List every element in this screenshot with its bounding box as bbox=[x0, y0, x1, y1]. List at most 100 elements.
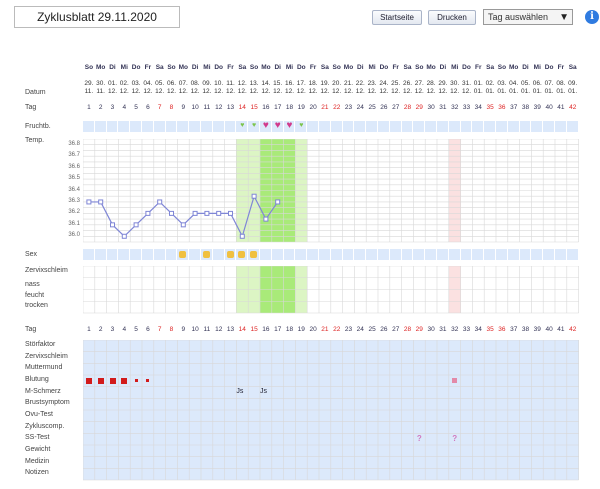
weekday-label: Mi bbox=[203, 64, 211, 71]
temp-axis-label: 36.4 bbox=[68, 186, 80, 193]
day-number: 41 bbox=[557, 104, 565, 111]
date-label: 22. bbox=[355, 80, 365, 87]
day-number-bottom: 30 bbox=[427, 326, 435, 333]
sex-cell bbox=[425, 249, 436, 260]
day-number-bottom: 33 bbox=[462, 326, 471, 333]
month-label: 01. bbox=[509, 88, 519, 95]
date-label: 20. bbox=[332, 80, 342, 87]
day-number: 10 bbox=[191, 104, 199, 111]
day-number: 12 bbox=[215, 104, 223, 111]
weekday-label: Do bbox=[214, 64, 224, 71]
day-number-bottom: 37 bbox=[510, 326, 518, 333]
month-label: 12. bbox=[237, 88, 247, 95]
day-number-bottom: 42 bbox=[569, 326, 577, 333]
day-number: 42 bbox=[569, 104, 577, 111]
weekday-label: Mo bbox=[343, 64, 354, 71]
fertility-cell bbox=[366, 121, 377, 132]
month-label: 12. bbox=[332, 88, 342, 95]
day-number: 6 bbox=[146, 104, 150, 111]
weekday-label: Fr bbox=[309, 64, 317, 71]
weekday-label: Do bbox=[379, 64, 389, 71]
sex-cell bbox=[484, 249, 495, 260]
sex-cell bbox=[271, 249, 283, 260]
fertility-cell bbox=[224, 121, 236, 132]
symptom-label: Zykluscomp. bbox=[25, 422, 65, 430]
weekday-label: So bbox=[332, 64, 341, 71]
label-trocken: trocken bbox=[25, 302, 48, 309]
day-number: 11 bbox=[203, 104, 211, 111]
label-temperature: Temp. bbox=[25, 137, 45, 144]
month-label: 12. bbox=[414, 88, 424, 95]
month-label: 01. bbox=[532, 88, 542, 95]
day-number-bottom: 15 bbox=[250, 326, 258, 333]
heart-icon: ♥ bbox=[252, 122, 257, 129]
date-label: 07. bbox=[178, 80, 188, 87]
sex-cell bbox=[319, 249, 330, 260]
bleeding-marker bbox=[452, 378, 458, 384]
temperature-point bbox=[263, 216, 269, 222]
day-number: 21 bbox=[321, 104, 329, 111]
month-label: 12. bbox=[343, 88, 354, 95]
fertility-cell bbox=[354, 121, 366, 132]
fertility-cell bbox=[307, 121, 318, 132]
weekday-label: Mi bbox=[120, 64, 128, 71]
date-label: 03. bbox=[497, 80, 507, 87]
sex-icon bbox=[238, 251, 246, 258]
temperature-point bbox=[228, 210, 233, 216]
day-number: 17 bbox=[274, 104, 282, 111]
day-number: 29 bbox=[415, 104, 423, 111]
pain-marker: Js bbox=[260, 387, 267, 395]
day-number-bottom: 14 bbox=[238, 326, 246, 333]
month-label: 12. bbox=[426, 88, 436, 95]
date-label: 04. bbox=[143, 80, 153, 87]
date-label: 11. bbox=[226, 80, 235, 87]
temp-axis-label: 36.7 bbox=[68, 152, 80, 159]
month-label: 12. bbox=[391, 88, 401, 95]
sex-cell bbox=[496, 249, 507, 260]
month-label: 12. bbox=[214, 88, 224, 95]
day-number: 5 bbox=[134, 104, 138, 111]
date-label: 21. bbox=[343, 80, 354, 87]
drucken-button[interactable]: Drucken bbox=[428, 10, 476, 25]
startseite-button[interactable]: Startseite bbox=[372, 10, 422, 25]
sex-cell bbox=[354, 249, 366, 260]
fertility-cell bbox=[566, 121, 578, 132]
month-label: 12. bbox=[450, 88, 460, 95]
day-number-bottom: 8 bbox=[169, 326, 174, 333]
date-label: 29. bbox=[84, 80, 94, 87]
month-label: 12. bbox=[379, 88, 389, 95]
day-number-bottom: 39 bbox=[533, 326, 541, 333]
symptom-label: Muttermund bbox=[25, 364, 63, 372]
chevron-down-icon: ▼ bbox=[559, 12, 569, 23]
month-label: 12. bbox=[273, 88, 283, 95]
date-label: 28. bbox=[426, 80, 436, 87]
day-number: 9 bbox=[181, 104, 186, 111]
day-number-bottom: 35 bbox=[486, 326, 494, 333]
day-select[interactable]: Tag auswählen ▼ bbox=[483, 9, 573, 25]
pain-marker: Js bbox=[236, 387, 244, 395]
info-icon[interactable]: i bbox=[585, 10, 599, 24]
month-label: 12. bbox=[355, 88, 365, 95]
sex-cell bbox=[543, 249, 554, 260]
day-number: 3 bbox=[110, 104, 115, 111]
temperature-point bbox=[192, 210, 198, 216]
day-select-value: Tag auswählen bbox=[488, 12, 549, 22]
day-number: 20 bbox=[309, 104, 317, 111]
date-label: 12. bbox=[237, 80, 247, 87]
day-number-bottom: 19 bbox=[297, 326, 305, 333]
sex-cell bbox=[472, 249, 484, 260]
sex-cell bbox=[295, 249, 307, 260]
fertility-cell bbox=[543, 121, 554, 132]
weekday-label: Mi bbox=[533, 64, 541, 71]
label-tag: Tag bbox=[25, 104, 37, 111]
month-label: 12. bbox=[119, 88, 129, 95]
date-label: 26. bbox=[402, 80, 413, 87]
date-label: 06. bbox=[532, 80, 542, 87]
pregnancy-test-marker: ? bbox=[452, 434, 458, 444]
day-number: 7 bbox=[157, 104, 162, 111]
day-number-bottom: 18 bbox=[285, 326, 294, 333]
day-number: 36 bbox=[498, 104, 506, 111]
day-number: 33 bbox=[462, 104, 471, 111]
day-number-bottom: 9 bbox=[181, 326, 186, 333]
pregnancy-test-marker: ? bbox=[416, 434, 422, 444]
